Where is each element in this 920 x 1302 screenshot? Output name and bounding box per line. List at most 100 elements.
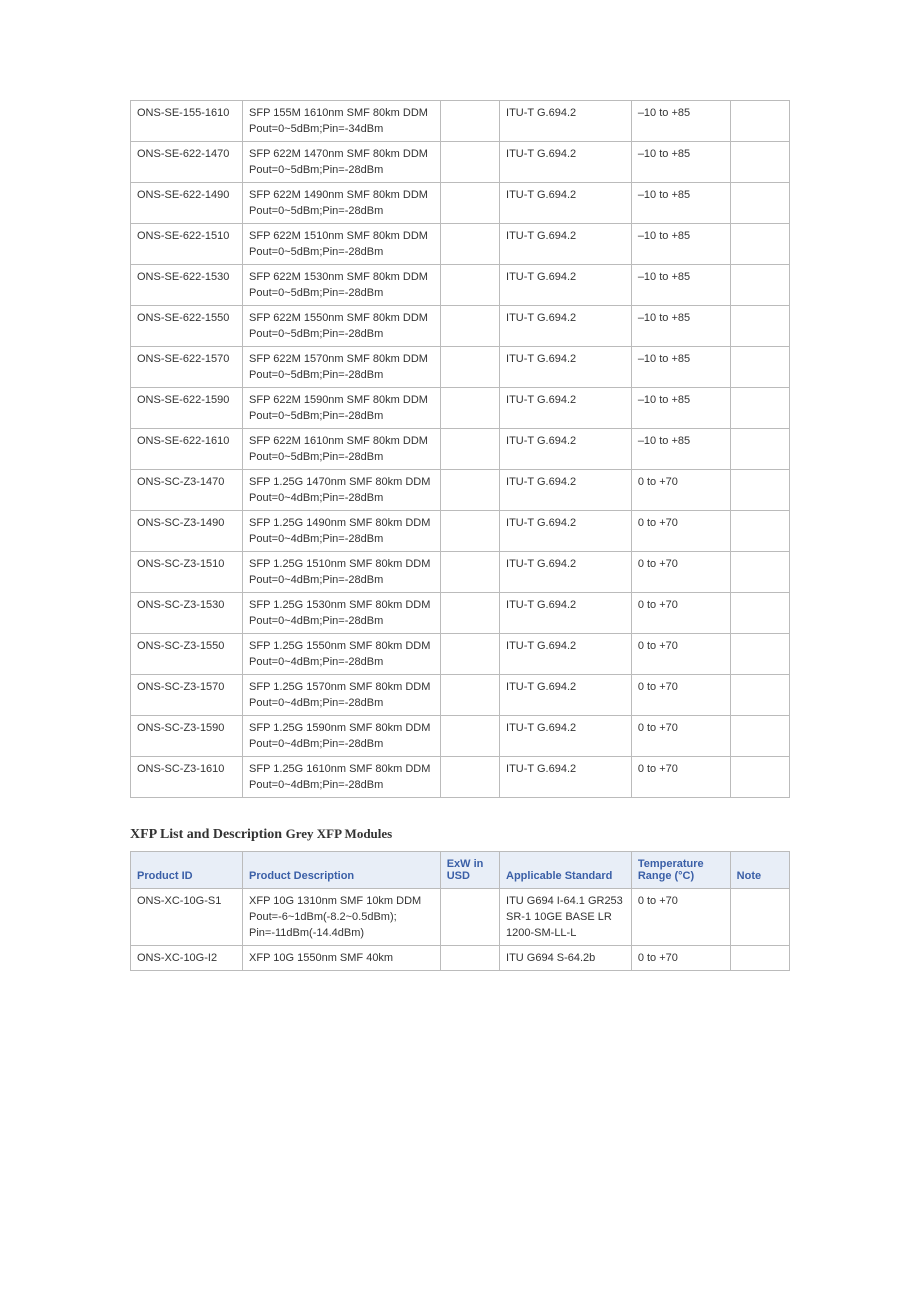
cell-desc: SFP 1.25G 1530nm SMF 80km DDMPout=0~4dBm… (243, 593, 441, 634)
table-row: ONS-SC-Z3-1590SFP 1.25G 1590nm SMF 80km … (131, 716, 790, 757)
cell-product-id: ONS-SC-Z3-1570 (131, 675, 243, 716)
table-row: ONS-SC-Z3-1570SFP 1.25G 1570nm SMF 80km … (131, 675, 790, 716)
cell-note (730, 889, 789, 946)
hdr-product-id: Product ID (131, 852, 243, 889)
text-line: Pout=0~5dBm;Pin=-28dBm (249, 287, 434, 299)
cell-standard: ITU-T G.694.2 (500, 470, 632, 511)
cell-exw (440, 511, 499, 552)
cell-desc: SFP 622M 1550nm SMF 80km DDM Pout=0~5dBm;… (243, 306, 441, 347)
cell-standard: ITU-T G.694.2 (500, 552, 632, 593)
cell-temp: 0 to +70 (631, 552, 730, 593)
cell-temp: –10 to +85 (631, 306, 730, 347)
table-row: ONS-XC-10G-I2XFP 10G 1550nm SMF 40kmITU … (131, 946, 790, 971)
cell-exw (440, 470, 499, 511)
table-row: ONS-XC-10G-S1XFP 10G 1310nm SMF 10km DDM… (131, 889, 790, 946)
table-row: ONS-SC-Z3-1510SFP 1.25G 1510nm SMF 80km … (131, 552, 790, 593)
table-row: ONS-SE-155-1610SFP 155M 1610nm SMF 80km … (131, 101, 790, 142)
cell-temp: 0 to +70 (631, 511, 730, 552)
cell-note (730, 183, 789, 224)
cell-exw (440, 946, 499, 971)
cell-exw (440, 552, 499, 593)
cell-standard: ITU-T G.694.2 (500, 142, 632, 183)
cell-temp: 0 to +70 (631, 946, 730, 971)
cell-product-id: ONS-XC-10G-S1 (131, 889, 243, 946)
cell-exw (440, 593, 499, 634)
table-row: ONS-SE-622-1530SFP 622M 1530nm SMF 80km … (131, 265, 790, 306)
text-line: SFP 622M 1590nm SMF 80km DDM (249, 394, 434, 406)
text-line: SFP 1.25G 1470nm SMF 80km DDM (249, 476, 434, 488)
cell-note (730, 552, 789, 593)
cell-desc: SFP 1.25G 1510nm SMF 80km DDMPout=0~4dBm… (243, 552, 441, 593)
text-line: Pin=-11dBm(-14.4dBm) (249, 927, 434, 939)
table-row: ONS-SC-Z3-1550SFP 1.25G 1550nm SMF 80km … (131, 634, 790, 675)
cell-desc: XFP 10G 1310nm SMF 10km DDMPout=-6~1dBm(… (243, 889, 441, 946)
cell-exw (440, 142, 499, 183)
cell-standard: ITU-T G.694.2 (500, 224, 632, 265)
text-line: ITU G694 I-64.1 GR253 (506, 895, 625, 907)
cell-product-id: ONS-SE-622-1470 (131, 142, 243, 183)
text-line: Pout=0~5dBm;Pin=-28dBm (249, 328, 434, 340)
cell-exw (440, 183, 499, 224)
cell-note (730, 101, 789, 142)
cell-temp: –10 to +85 (631, 224, 730, 265)
cell-temp: 0 to +70 (631, 593, 730, 634)
text-line: Pout=0~4dBm;Pin=-28dBm (249, 492, 434, 504)
cell-note (730, 675, 789, 716)
cell-exw (440, 306, 499, 347)
cell-product-id: ONS-XC-10G-I2 (131, 946, 243, 971)
xfp-title-sub: Grey XFP Modules (286, 826, 393, 841)
cell-exw (440, 429, 499, 470)
text-line: SFP 1.25G 1610nm SMF 80km DDM (249, 763, 434, 775)
text-line: SFP 622M 1610nm SMF 80km DDM (249, 435, 434, 447)
text-line: SFP 155M 1610nm SMF 80km DDM (249, 107, 434, 119)
cell-desc: SFP 622M 1590nm SMF 80km DDM Pout=0~5dBm;… (243, 388, 441, 429)
xfp-title-main: XFP List and Description (130, 827, 282, 842)
cell-exw (440, 265, 499, 306)
text-line: SFP 622M 1510nm SMF 80km DDM (249, 230, 434, 242)
cell-note (730, 634, 789, 675)
table-row: ONS-SE-622-1590SFP 622M 1590nm SMF 80km … (131, 388, 790, 429)
table-row: ONS-SE-622-1550SFP 622M 1550nm SMF 80km … (131, 306, 790, 347)
cell-temp: –10 to +85 (631, 347, 730, 388)
xfp-section-title: XFP List and Description Grey XFP Module… (130, 826, 790, 843)
cell-exw (440, 675, 499, 716)
text-line: SFP 622M 1490nm SMF 80km DDM (249, 189, 434, 201)
cell-exw (440, 388, 499, 429)
text-line: Pout=0~5dBm;Pin=-34dBm (249, 123, 434, 135)
text-line: SFP 622M 1550nm SMF 80km DDM (249, 312, 434, 324)
text-line: SFP 622M 1530nm SMF 80km DDM (249, 271, 434, 283)
table-row: ONS-SE-622-1470SFP 622M 1470nm SMF 80km … (131, 142, 790, 183)
cell-note (730, 265, 789, 306)
cell-exw (440, 101, 499, 142)
cell-temp: 0 to +70 (631, 634, 730, 675)
cell-note (730, 224, 789, 265)
text-line: Pout=0~4dBm;Pin=-28dBm (249, 615, 434, 627)
cell-product-id: ONS-SE-622-1570 (131, 347, 243, 388)
table-row: ONS-SC-Z3-1530SFP 1.25G 1530nm SMF 80km … (131, 593, 790, 634)
cell-desc: SFP 1.25G 1570nm SMF 80km DDMPout=0~4dBm… (243, 675, 441, 716)
cell-desc: SFP 622M 1490nm SMF 80km DDMPout=0~5dBm;… (243, 183, 441, 224)
sfp-table: ONS-SE-155-1610SFP 155M 1610nm SMF 80km … (130, 100, 790, 798)
cell-exw (440, 224, 499, 265)
cell-standard: ITU-T G.694.2 (500, 347, 632, 388)
cell-note (730, 757, 789, 798)
cell-standard: ITU-T G.694.2 (500, 675, 632, 716)
text-line: XFP 10G 1310nm SMF 10km DDM (249, 895, 434, 907)
cell-note (730, 716, 789, 757)
table-row: ONS-SE-622-1490SFP 622M 1490nm SMF 80km … (131, 183, 790, 224)
cell-temp: –10 to +85 (631, 183, 730, 224)
table-row: ONS-SE-622-1570SFP 622M 1570nm SMF 80km … (131, 347, 790, 388)
table-row: ONS-SE-622-1510SFP 622M 1510nm SMF 80km … (131, 224, 790, 265)
cell-desc: SFP 1.25G 1610nm SMF 80km DDM Pout=0~4dBm… (243, 757, 441, 798)
xfp-header-row: Product ID Product Description ExW inUSD… (131, 852, 790, 889)
cell-note (730, 511, 789, 552)
text-line: Pout=0~4dBm;Pin=-28dBm (249, 779, 434, 791)
cell-temp: –10 to +85 (631, 142, 730, 183)
cell-product-id: ONS-SC-Z3-1470 (131, 470, 243, 511)
cell-exw (440, 634, 499, 675)
text-line: Pout=0~5dBm;Pin=-28dBm (249, 410, 434, 422)
cell-product-id: ONS-SE-622-1590 (131, 388, 243, 429)
cell-standard: ITU-T G.694.2 (500, 265, 632, 306)
text-line: SFP 1.25G 1590nm SMF 80km DDM (249, 722, 434, 734)
cell-temp: –10 to +85 (631, 101, 730, 142)
